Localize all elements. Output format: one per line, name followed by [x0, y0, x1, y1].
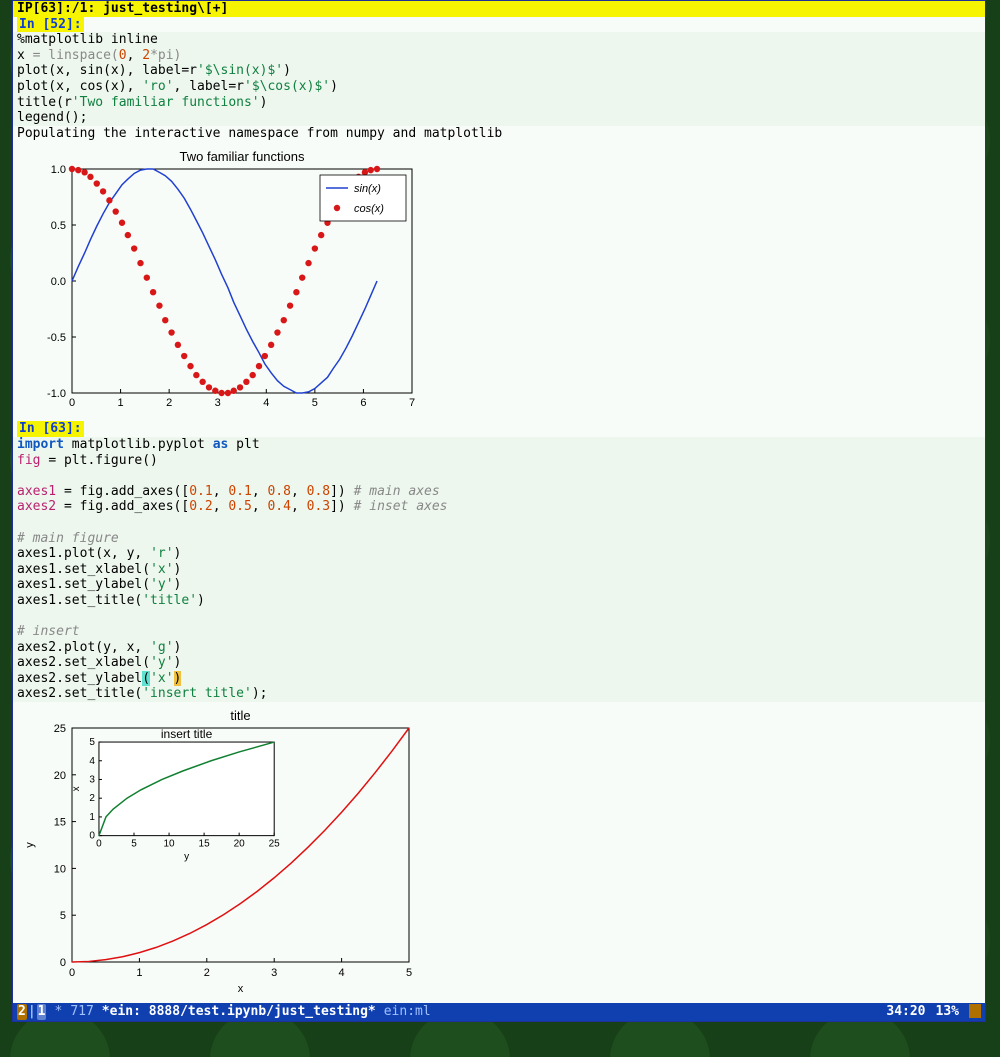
svg-text:5: 5 [312, 397, 318, 409]
svg-text:2: 2 [89, 793, 95, 804]
svg-text:2: 2 [204, 967, 210, 979]
tab-current[interactable]: /1: just_testing\ [72, 1, 205, 17]
svg-text:x: x [71, 786, 82, 791]
svg-text:4: 4 [89, 756, 95, 767]
modeline: 2|1 * 717 *ein: 8888/test.ipynb/just_tes… [13, 1003, 985, 1021]
modeline-star: * [54, 1004, 62, 1020]
tabbar: IP[63]: /1: just_testing\ [+] [13, 1, 985, 17]
svg-text:4: 4 [339, 967, 345, 979]
svg-text:0: 0 [69, 967, 75, 979]
cell2-label: In [63]: [17, 421, 84, 437]
svg-text:cos(x): cos(x) [354, 203, 384, 215]
svg-text:insert title: insert title [161, 727, 213, 741]
svg-text:10: 10 [163, 839, 175, 850]
chart2: title0123450510152025xyinsert title05101… [13, 702, 985, 1002]
svg-text:25: 25 [269, 839, 281, 850]
svg-text:1: 1 [118, 397, 124, 409]
modeline-buffer[interactable]: *ein: 8888/test.ipynb/just_testing* [102, 1004, 376, 1020]
svg-text:10: 10 [54, 863, 66, 875]
svg-text:3: 3 [89, 775, 95, 786]
svg-text:0: 0 [89, 831, 95, 842]
svg-text:0: 0 [96, 839, 102, 850]
svg-text:0: 0 [60, 957, 66, 969]
svg-text:5: 5 [131, 839, 137, 850]
cell1-label: In [52]: [17, 17, 84, 33]
cell-2: In [63]: import matplotlib.pyplot as plt… [13, 421, 985, 702]
cell1-code[interactable]: %matplotlib inline x = linspace(0, 2*pi)… [13, 32, 985, 126]
modeline-pos: 34:20 [886, 1004, 925, 1020]
cell1-stdout: Populating the interactive namespace fro… [13, 126, 985, 142]
svg-text:0: 0 [69, 397, 75, 409]
svg-text:1.0: 1.0 [51, 164, 66, 176]
modeline-linenum: 717 [70, 1004, 93, 1020]
svg-text:3: 3 [271, 967, 277, 979]
svg-text:4: 4 [263, 397, 269, 409]
cell-1: In [52]: %matplotlib inline x = linspace… [13, 17, 985, 142]
cell2-code[interactable]: import matplotlib.pyplot as plt fig = pl… [13, 437, 985, 702]
svg-text:0.0: 0.0 [51, 276, 66, 288]
svg-text:y: y [24, 842, 36, 848]
svg-text:6: 6 [360, 397, 366, 409]
svg-text:y: y [184, 852, 189, 863]
svg-text:25: 25 [54, 723, 66, 735]
modeline-block-icon [969, 1004, 981, 1018]
svg-text:-1.0: -1.0 [47, 388, 66, 400]
tab-add[interactable]: [+] [205, 1, 228, 17]
svg-text:title: title [230, 708, 250, 723]
chart1: Two familiar functions 0 1 2 3 4 5 6 7 -1.0 -0.5 0.… [13, 141, 985, 421]
svg-text:1: 1 [136, 967, 142, 979]
svg-text:1: 1 [89, 812, 95, 823]
svg-text:5: 5 [406, 967, 412, 979]
svg-text:2: 2 [166, 397, 172, 409]
svg-text:x: x [238, 983, 244, 995]
modeline-mode: ein:ml [384, 1004, 431, 1020]
modeline-indicators: 2|1 [17, 1004, 46, 1020]
svg-text:0.5: 0.5 [51, 220, 66, 232]
svg-text:20: 20 [54, 770, 66, 782]
svg-text:sin(x): sin(x) [354, 183, 381, 195]
svg-text:Two familiar functions: Two familiar functions [180, 149, 305, 164]
svg-text:-0.5: -0.5 [47, 332, 66, 344]
emacs-window: IP[63]: /1: just_testing\ [+] In [52]: %… [12, 0, 986, 1022]
svg-text:5: 5 [60, 910, 66, 922]
modeline-pct: 13% [936, 1004, 959, 1020]
tabbar-prefix: IP[63]: [17, 1, 72, 17]
svg-text:15: 15 [54, 817, 66, 829]
svg-text:5: 5 [89, 737, 95, 748]
svg-text:15: 15 [199, 839, 211, 850]
svg-text:20: 20 [234, 839, 246, 850]
svg-text:7: 7 [409, 397, 415, 409]
svg-text:3: 3 [215, 397, 221, 409]
